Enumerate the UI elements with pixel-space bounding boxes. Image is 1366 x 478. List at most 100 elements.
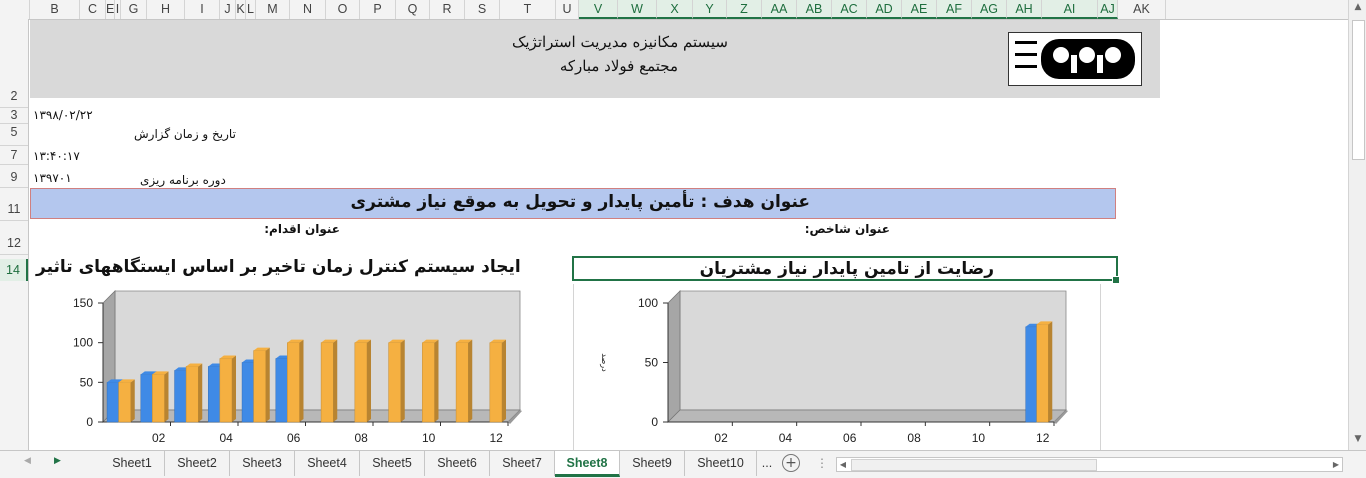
x-tick-label: 06 (287, 431, 301, 445)
sheet-tab[interactable]: Sheet4 (295, 451, 360, 476)
x-tick-label: 04 (220, 431, 234, 445)
column-header[interactable]: S (465, 0, 500, 19)
row-header[interactable]: 2 (0, 89, 28, 107)
row-header[interactable]: 3 (0, 108, 28, 123)
bar (489, 342, 503, 423)
sheet-tab[interactable]: Sheet7 (490, 451, 555, 476)
column-header[interactable]: N (290, 0, 326, 19)
column-header[interactable]: AG (972, 0, 1007, 19)
action-title: ایجاد سیستم کنترل زمان تاخیر بر اساس ایس… (36, 257, 521, 277)
row-header[interactable]: 14 (0, 259, 28, 281)
bar-side (265, 347, 270, 422)
bar-side (501, 339, 506, 422)
bar-side (231, 355, 236, 422)
column-header[interactable]: AF (937, 0, 972, 19)
fill-handle[interactable] (1112, 276, 1120, 284)
column-header[interactable]: J (220, 0, 236, 19)
report-date: ۱۳۹۸/۰۲/۲۲ (33, 108, 93, 122)
x-tick-label: 08 (355, 431, 369, 445)
row-header[interactable]: 9 (0, 170, 28, 186)
sheet-tab[interactable]: Sheet3 (230, 451, 295, 476)
sheet-tab[interactable]: Sheet5 (360, 451, 425, 476)
bar (152, 374, 165, 423)
column-header[interactable]: AC (832, 0, 867, 19)
bar (253, 350, 266, 423)
row-header[interactable]: 11 (0, 202, 28, 219)
column-header[interactable]: E (106, 0, 115, 19)
column-header[interactable]: P (360, 0, 396, 19)
scroll-up-icon[interactable]: ▲ (1351, 2, 1365, 16)
scroll-thumb[interactable] (1352, 20, 1365, 160)
vertical-scrollbar[interactable]: ▲ ▼ (1348, 0, 1366, 450)
goal-title: عنوان هدف : تأمین پایدار و تحویل به موقع… (350, 192, 810, 212)
column-header[interactable]: T (500, 0, 556, 19)
bar (320, 342, 334, 423)
hscroll-right-icon[interactable]: ▶ (1330, 458, 1342, 471)
tab-scroll-left-icon[interactable]: ◀ (24, 456, 31, 466)
column-header[interactable]: AB (797, 0, 832, 19)
action-chart[interactable]: 0 50 100 150 02 04 06 08 10 12 (30, 284, 540, 450)
column-header[interactable]: K (236, 0, 246, 19)
column-header[interactable]: H (147, 0, 185, 19)
x-tick-label: 08 (907, 431, 921, 445)
sheet-tab[interactable]: Sheet10 (685, 451, 757, 476)
column-header[interactable]: Z (727, 0, 762, 19)
y-tick-label: 0 (86, 415, 93, 429)
x-tick-label: 12 (1036, 431, 1050, 445)
sheet-tab[interactable]: Sheet1 (100, 451, 165, 476)
column-header[interactable]: Y (693, 0, 727, 19)
column-header[interactable]: W (618, 0, 657, 19)
column-header[interactable]: AH (1007, 0, 1042, 19)
add-sheet-icon[interactable]: + (782, 454, 800, 472)
sheet-tab[interactable]: Sheet6 (425, 451, 490, 476)
splitter-icon[interactable]: ⋮ (816, 456, 828, 470)
column-header[interactable]: AA (762, 0, 797, 19)
column-header[interactable]: M (256, 0, 290, 19)
column-header[interactable]: B (30, 0, 80, 19)
row-header[interactable]: 12 (0, 236, 28, 253)
sheet-tab[interactable]: Sheet9 (620, 451, 685, 476)
report-time: ۱۳:۴۰:۱۷ (33, 149, 80, 163)
chart-floor (667, 409, 1067, 423)
column-header[interactable]: AI (1042, 0, 1098, 19)
bar (287, 342, 300, 423)
more-tabs-button[interactable]: ... (757, 451, 777, 476)
column-header[interactable]: Q (396, 0, 430, 19)
y-tick-label: 50 (645, 356, 659, 370)
action-chart-svg: 0 50 100 150 02 04 06 08 10 12 (73, 290, 522, 445)
tab-scroll-right-icon[interactable]: ▶ (54, 456, 61, 466)
hscroll-left-icon[interactable]: ◀ (837, 458, 849, 471)
horizontal-scrollbar[interactable]: ◀ ▶ (836, 457, 1343, 472)
column-header[interactable]: AK (1118, 0, 1166, 19)
column-header[interactable]: AE (902, 0, 937, 19)
hscroll-thumb[interactable] (851, 459, 1097, 471)
column-header[interactable]: I (185, 0, 220, 19)
bar (185, 366, 199, 423)
bar (118, 382, 131, 423)
bar-side (1048, 321, 1053, 422)
x-tick-label: 12 (490, 431, 504, 445)
column-header[interactable]: AD (867, 0, 902, 19)
select-all-corner[interactable] (0, 0, 30, 19)
column-header[interactable]: C (80, 0, 106, 19)
column-header[interactable]: O (326, 0, 360, 19)
bar-side (130, 379, 135, 422)
scroll-down-icon[interactable]: ▼ (1351, 434, 1365, 448)
column-header[interactable]: L (246, 0, 256, 19)
column-header[interactable]: X (657, 0, 693, 19)
indicator-label: عنوان شاخص: (804, 222, 890, 236)
column-header[interactable]: G (121, 0, 147, 19)
column-header[interactable]: AJ (1098, 0, 1118, 19)
row-header[interactable]: 5 (0, 125, 28, 145)
bar (241, 362, 255, 423)
column-header[interactable]: U (556, 0, 579, 19)
chart-back-wall (679, 290, 1067, 411)
bar (1036, 324, 1049, 423)
sheet-tab-active[interactable]: Sheet8 (555, 451, 620, 477)
row-header[interactable]: 7 (0, 148, 28, 164)
column-header[interactable]: V (579, 0, 618, 19)
x-tick-label: 02 (714, 431, 728, 445)
column-header[interactable]: R (430, 0, 465, 19)
sheet-tab[interactable]: Sheet2 (165, 451, 230, 476)
indicator-chart[interactable]: 0 50 100 02 04 06 08 10 12 درصد (573, 284, 1101, 450)
